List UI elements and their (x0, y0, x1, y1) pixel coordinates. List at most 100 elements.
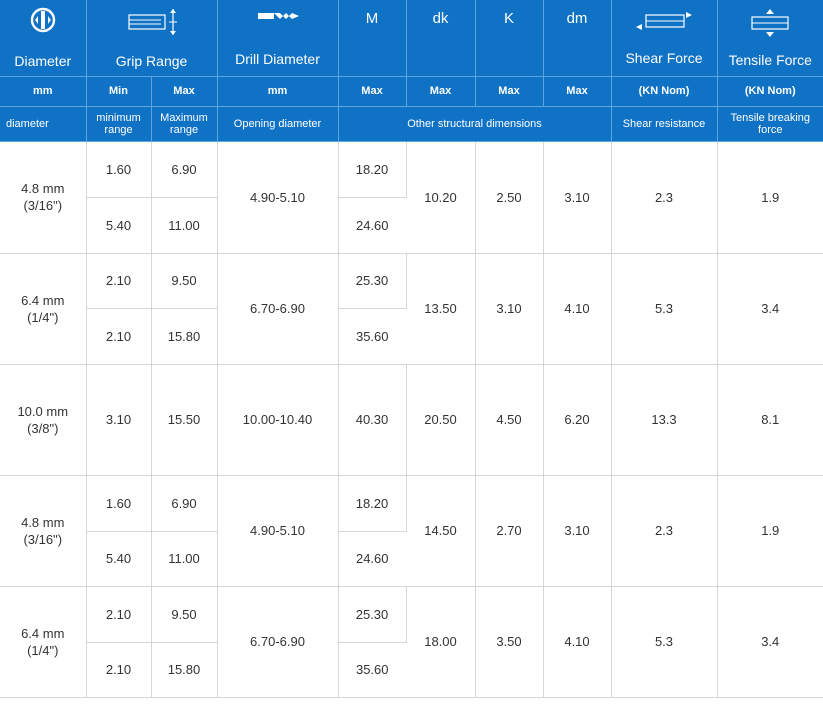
table-row: 6.4 mm (1/4") 2.10 9.50 6.70-6.90 25.30 … (0, 253, 823, 365)
tensile-cell: 3.4 (717, 586, 823, 698)
m-cell: 24.60 (338, 197, 406, 254)
diameter-cell: 10.0 mm (3/8") (0, 364, 87, 476)
tensile-force-title: Tensile Force (728, 51, 812, 68)
drill-cell: 4.90-5.10 (217, 475, 339, 587)
dm-cell: 3.10 (543, 475, 612, 587)
drill-diameter-header: Drill Diameter (217, 0, 339, 77)
dk-cell: 14.50 (406, 475, 476, 587)
grip-range-title: Grip Range (115, 52, 188, 69)
header-sub-row: diameter minimum range Maximum range Ope… (0, 106, 823, 142)
dm-cell: 3.10 (543, 141, 612, 254)
diameter-inch: (3/16") (23, 531, 63, 547)
drill-unit: mm (217, 76, 339, 107)
tensile-cell: 1.9 (717, 141, 823, 254)
drill-sub: Opening diameter (217, 106, 339, 142)
shear-force-icon (636, 11, 692, 30)
grip-min-cell: 3.10 (86, 364, 152, 476)
table-row: 4.8 mm (3/16") 1.60 6.90 4.90-5.10 18.20… (0, 475, 823, 587)
diameter-unit: mm (0, 76, 87, 107)
shear-cell: 5.3 (611, 253, 718, 365)
grip-max-cell: 6.90 (151, 475, 218, 532)
dm-title: dm (566, 10, 588, 27)
shear-cell: 2.3 (611, 141, 718, 254)
tensile-cell: 1.9 (717, 475, 823, 587)
grip-min-sub: minimum range (86, 106, 152, 142)
grip-range-icon (127, 8, 177, 35)
k-cell: 3.50 (475, 586, 544, 698)
tensile-sub: Tensile breaking force (717, 106, 823, 142)
m-cell: 35.60 (338, 642, 406, 698)
diameter-title: Diameter (14, 52, 72, 69)
tensile-force-icon (751, 8, 789, 37)
dm-cell: 6.20 (543, 364, 612, 476)
tensile-cell: 3.4 (717, 253, 823, 365)
drill-cell: 10.00-10.40 (217, 364, 339, 476)
drill-cell: 6.70-6.90 (217, 253, 339, 365)
tensile-force-header: Tensile Force (717, 0, 823, 77)
rivet-spec-table: Diameter Grip Range Drill Diameter M dk … (0, 0, 823, 698)
grip-max-cell: 9.50 (151, 253, 218, 309)
dk-cell: 13.50 (406, 253, 476, 365)
diameter-header: Diameter (0, 0, 87, 77)
m-cell: 18.20 (338, 475, 407, 532)
diameter-sub: diameter (0, 106, 87, 142)
diameter-cell: 4.8 mm (3/16") (0, 475, 87, 587)
grip-min-cell: 2.10 (86, 586, 152, 643)
header-title-row: Diameter Grip Range Drill Diameter M dk … (0, 0, 823, 77)
rivet-diameter-icon (30, 7, 55, 32)
dk-cell: 10.20 (406, 141, 476, 254)
diameter-mm: 4.8 mm (21, 181, 65, 196)
diameter-mm: 6.4 mm (21, 292, 65, 308)
dm-unit: Max (543, 76, 612, 107)
m-cell: 40.30 (338, 364, 407, 476)
diameter-inch: (1/4") (27, 642, 59, 658)
diameter-inch: (3/16") (23, 198, 63, 213)
grip-min-cell: 5.40 (86, 531, 152, 587)
shear-unit: (KN Nom) (611, 76, 718, 107)
k-header: K (475, 0, 544, 77)
m-cell: 25.30 (338, 586, 407, 643)
grip-max-cell: 15.80 (151, 642, 218, 698)
grip-min-cell: 1.60 (86, 475, 152, 532)
m-cell: 35.60 (338, 308, 406, 365)
dm-cell: 4.10 (543, 586, 612, 698)
diameter-cell: 4.8 mm (3/16") (0, 141, 87, 254)
diameter-inch: (3/8") (27, 420, 59, 436)
diameter-cell: 6.4 mm (1/4") (0, 253, 87, 365)
grip-min-cell: 2.10 (86, 253, 152, 309)
shear-cell: 5.3 (611, 586, 718, 698)
shear-sub: Shear resistance (611, 106, 718, 142)
tensile-unit: (KN Nom) (717, 76, 823, 107)
grip-max-cell: 11.00 (151, 197, 218, 254)
table-row: 6.4 mm (1/4") 2.10 9.50 6.70-6.90 25.30 … (0, 586, 823, 698)
other-dimensions-sub: Other structural dimensions (338, 106, 612, 142)
grip-max-label: Max (151, 76, 218, 107)
drill-cell: 4.90-5.10 (217, 141, 339, 254)
diameter-mm: 4.8 mm (21, 514, 65, 530)
grip-max-cell: 11.00 (151, 531, 218, 587)
k-cell: 2.50 (475, 141, 544, 254)
diameter-mm: 6.4 mm (21, 625, 65, 641)
dk-unit: Max (406, 76, 476, 107)
tensile-cell: 8.1 (717, 364, 823, 476)
m-cell: 24.60 (338, 531, 406, 587)
dk-header: dk (406, 0, 476, 77)
drill-cell: 6.70-6.90 (217, 586, 339, 698)
dm-cell: 4.10 (543, 253, 612, 365)
k-unit: Max (475, 76, 544, 107)
k-title: K (503, 10, 514, 27)
grip-min-cell: 2.10 (86, 308, 152, 365)
grip-min-cell: 5.40 (86, 197, 152, 254)
grip-max-cell: 15.50 (151, 364, 218, 476)
shear-force-header: Shear Force (611, 0, 718, 77)
grip-max-cell: 6.90 (151, 141, 218, 198)
k-cell: 2.70 (475, 475, 544, 587)
grip-min-cell: 1.60 (86, 141, 152, 198)
dk-title: dk (432, 10, 449, 27)
diameter-cell: 6.4 mm (1/4") (0, 586, 87, 698)
dk-cell: 20.50 (406, 364, 476, 476)
header-unit-row: mm Min Max mm Max Max Max Max (KN Nom) (… (0, 76, 823, 107)
shear-force-title: Shear Force (625, 49, 703, 66)
diameter-mm: 10.0 mm (17, 403, 69, 419)
dm-header: dm (543, 0, 612, 77)
